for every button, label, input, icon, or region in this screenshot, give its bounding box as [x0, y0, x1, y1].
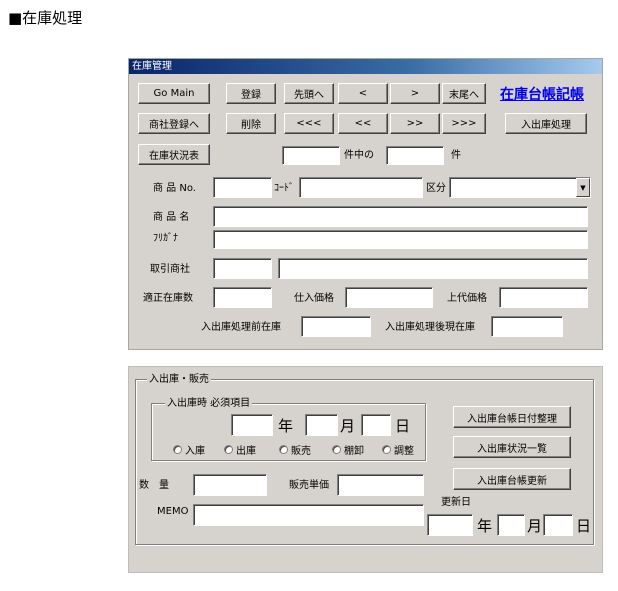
- code-label: ｺｰﾄﾞ: [274, 183, 294, 194]
- year-field[interactable]: [231, 414, 273, 436]
- radio-button-icon[interactable]: [279, 445, 288, 454]
- inventory-window: 在庫管理 Go Main 登録 先頭へ < > 末尾へ 在庫台帳記帳 商社登録へ…: [128, 58, 603, 350]
- radio-receipt[interactable]: 入庫: [173, 442, 205, 457]
- radio-sale[interactable]: 販売: [279, 442, 311, 457]
- record-count-suffix: 件: [451, 150, 461, 161]
- quantity-field[interactable]: [193, 474, 267, 496]
- trading-company-name-field[interactable]: [278, 258, 588, 279]
- quantity-label: 数 量: [139, 480, 169, 491]
- window-titlebar: 在庫管理: [129, 59, 602, 74]
- update-month-unit: 月: [527, 517, 543, 535]
- retail-price-field[interactable]: [499, 287, 588, 308]
- unit-price-field[interactable]: [337, 474, 424, 496]
- record-of-label: 件中の: [344, 150, 374, 161]
- trading-company-code-field[interactable]: [213, 258, 272, 279]
- furigana-field[interactable]: [213, 230, 588, 249]
- stock-after-label: 入出庫処理後現在庫: [385, 322, 475, 333]
- product-name-field[interactable]: [213, 206, 588, 227]
- stock-before-label: 入出庫処理前在庫: [201, 322, 281, 333]
- ledger-date-sort-button[interactable]: 入出庫台帳日付整理: [453, 406, 571, 428]
- memo-label: MEMO: [157, 506, 189, 517]
- radio-adjust[interactable]: 調整: [382, 442, 414, 457]
- first-record-button[interactable]: 先頭へ: [284, 83, 334, 104]
- radio-button-icon[interactable]: [224, 445, 233, 454]
- required-group-title: 入出庫時 必須項目: [165, 398, 253, 410]
- radio-button-icon[interactable]: [332, 445, 341, 454]
- status-list-button[interactable]: 入出庫状況一覧: [453, 436, 571, 458]
- product-no-label: 商 品 No.: [153, 183, 196, 194]
- next-record-button[interactable]: >: [390, 83, 440, 104]
- proper-stock-field[interactable]: [213, 287, 272, 308]
- category-select[interactable]: ▼: [449, 177, 591, 198]
- month-field[interactable]: [305, 414, 338, 436]
- first-page-button[interactable]: <<<: [284, 113, 334, 134]
- last-page-button[interactable]: >>>: [442, 113, 486, 134]
- update-year-field[interactable]: [427, 514, 473, 536]
- purchase-price-field[interactable]: [345, 287, 433, 308]
- radio-shipment[interactable]: 出庫: [224, 442, 256, 457]
- product-no-field[interactable]: [213, 177, 272, 198]
- record-total-field[interactable]: [386, 146, 444, 165]
- furigana-label: ﾌﾘｶﾞﾅ: [153, 233, 178, 244]
- go-main-button[interactable]: Go Main: [138, 83, 210, 104]
- register-button[interactable]: 登録: [226, 83, 276, 104]
- memo-field[interactable]: [193, 504, 424, 526]
- month-unit: 月: [340, 417, 356, 435]
- ledger-update-button[interactable]: 入出庫台帳更新: [453, 468, 571, 490]
- proper-stock-label: 適正在庫数: [143, 293, 193, 304]
- stock-after-field[interactable]: [491, 316, 563, 337]
- day-field[interactable]: [361, 414, 391, 436]
- year-unit: 年: [278, 417, 294, 435]
- trading-company-label: 取引商社: [150, 264, 190, 275]
- radio-button-icon[interactable]: [173, 445, 182, 454]
- stock-status-button[interactable]: 在庫状況表: [138, 144, 210, 165]
- page-heading: ■在庫処理: [8, 9, 83, 27]
- update-day-field[interactable]: [543, 514, 573, 536]
- update-month-field[interactable]: [497, 514, 525, 536]
- purchase-price-label: 仕入価格: [294, 293, 334, 304]
- chevron-down-icon[interactable]: ▼: [576, 178, 590, 197]
- product-name-label: 商 品 名: [153, 212, 190, 223]
- unit-price-label: 販売単価: [289, 480, 329, 491]
- next-page-button[interactable]: >>: [390, 113, 440, 134]
- last-record-button[interactable]: 末尾へ: [442, 83, 486, 104]
- inout-group-title: 入出庫・販売: [147, 374, 211, 386]
- day-unit: 日: [395, 417, 411, 435]
- ledger-entry-link[interactable]: 在庫台帳記帳: [500, 84, 584, 104]
- code-field[interactable]: [299, 177, 423, 198]
- delete-button[interactable]: 削除: [226, 113, 276, 134]
- record-current-field[interactable]: [282, 146, 340, 165]
- radio-inventory[interactable]: 棚卸: [332, 442, 364, 457]
- update-date-label: 更新日: [441, 497, 471, 508]
- prev-record-button[interactable]: <: [338, 83, 388, 104]
- trading-register-button[interactable]: 商社登録へ: [138, 113, 210, 134]
- update-year-unit: 年: [477, 517, 493, 535]
- update-day-unit: 日: [576, 517, 592, 535]
- stock-before-field[interactable]: [301, 316, 371, 337]
- inout-panel: 入出庫・販売 入出庫時 必須項目 年 月 日 入庫 出庫 販売 棚卸 調整 入出…: [128, 366, 603, 573]
- retail-price-label: 上代価格: [447, 293, 487, 304]
- in-out-process-button[interactable]: 入出庫処理: [505, 113, 587, 134]
- radio-button-icon[interactable]: [382, 445, 391, 454]
- prev-page-button[interactable]: <<: [338, 113, 388, 134]
- category-label: 区分: [426, 183, 446, 194]
